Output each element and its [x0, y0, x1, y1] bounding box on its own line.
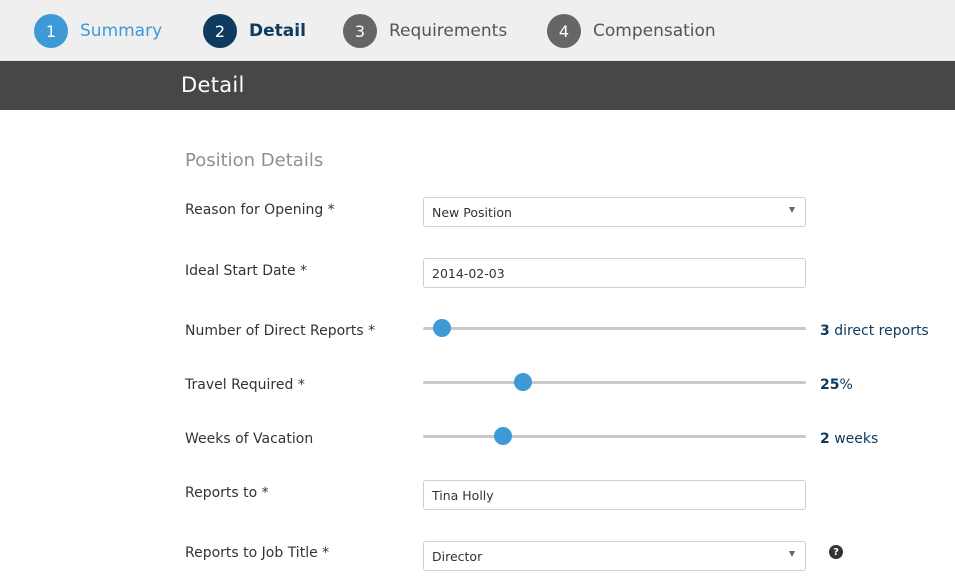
step-number: 1 — [34, 14, 68, 48]
step-detail[interactable]: 2 Detail — [203, 14, 306, 48]
reports-to-row: Reports to * Tina Holly — [0, 480, 955, 519]
step-label: Summary — [80, 21, 163, 41]
step-summary[interactable]: 1 Summary — [34, 14, 162, 48]
wizard-stepper: 1 Summary 2 Detail 3 Requirements 4 Comp… — [0, 0, 955, 61]
start-date-value: 2014-02-03 — [432, 265, 505, 281]
step-requirements[interactable]: 3 Requirements — [343, 14, 507, 48]
slider-thumb[interactable] — [494, 427, 513, 445]
direct-reports-row: Number of Direct Reports * 3 direct repo… — [0, 319, 955, 357]
vacation-slider[interactable] — [423, 426, 806, 446]
vacation-label: Weeks of Vacation — [185, 431, 314, 447]
chevron-down-icon — [789, 207, 795, 213]
reports-to-title-select[interactable]: Director — [423, 541, 806, 571]
section-title: Position Details — [185, 150, 324, 171]
page-header-bar: Detail — [0, 61, 955, 110]
direct-reports-readout: 3 direct reports — [820, 323, 929, 339]
start-date-input[interactable]: 2014-02-03 — [423, 258, 806, 288]
direct-reports-value: 3 — [820, 323, 830, 339]
travel-slider[interactable] — [423, 372, 806, 392]
slider-track — [423, 381, 806, 384]
slider-thumb[interactable] — [433, 319, 452, 337]
reason-label: Reason for Opening * — [185, 202, 335, 218]
reason-select[interactable]: New Position — [423, 197, 806, 227]
vacation-readout: 2 weeks — [820, 431, 878, 447]
step-compensation[interactable]: 4 Compensation — [547, 14, 716, 48]
travel-row: Travel Required * 25% — [0, 373, 955, 411]
reason-row: Reason for Opening * New Position — [0, 197, 955, 236]
direct-reports-slider[interactable] — [423, 318, 806, 338]
step-label: Requirements — [389, 21, 508, 41]
step-number: 3 — [343, 14, 377, 48]
slider-thumb[interactable] — [513, 373, 532, 391]
travel-value: 25 — [820, 377, 840, 393]
page-title: Detail — [181, 73, 245, 97]
start-date-label: Ideal Start Date * — [185, 263, 308, 279]
step-number: 2 — [203, 14, 237, 48]
question-circle-icon[interactable]: ? — [829, 545, 843, 559]
reports-to-value: Tina Holly — [432, 487, 494, 503]
reports-to-title-value: Director — [432, 548, 483, 564]
reports-to-title-row: Reports to Job Title * Director ? — [0, 541, 955, 579]
vacation-unit: weeks — [829, 431, 879, 447]
reports-to-label: Reports to * — [185, 485, 269, 501]
reports-to-title-label: Reports to Job Title * — [185, 545, 330, 561]
travel-readout: 25% — [820, 377, 853, 393]
step-label: Detail — [249, 21, 306, 41]
slider-track — [423, 327, 806, 330]
vacation-row: Weeks of Vacation 2 weeks — [0, 427, 955, 465]
direct-reports-label: Number of Direct Reports * — [185, 323, 376, 339]
direct-reports-unit: direct reports — [829, 323, 929, 339]
travel-unit: % — [839, 377, 853, 393]
chevron-down-icon — [789, 551, 795, 557]
start-date-row: Ideal Start Date * 2014-02-03 — [0, 258, 955, 297]
reports-to-input[interactable]: Tina Holly — [423, 480, 806, 510]
travel-label: Travel Required * — [185, 377, 305, 393]
reason-value: New Position — [432, 204, 512, 220]
slider-track — [423, 435, 806, 438]
vacation-value: 2 — [820, 431, 830, 447]
step-label: Compensation — [593, 21, 716, 41]
step-number: 4 — [547, 14, 581, 48]
